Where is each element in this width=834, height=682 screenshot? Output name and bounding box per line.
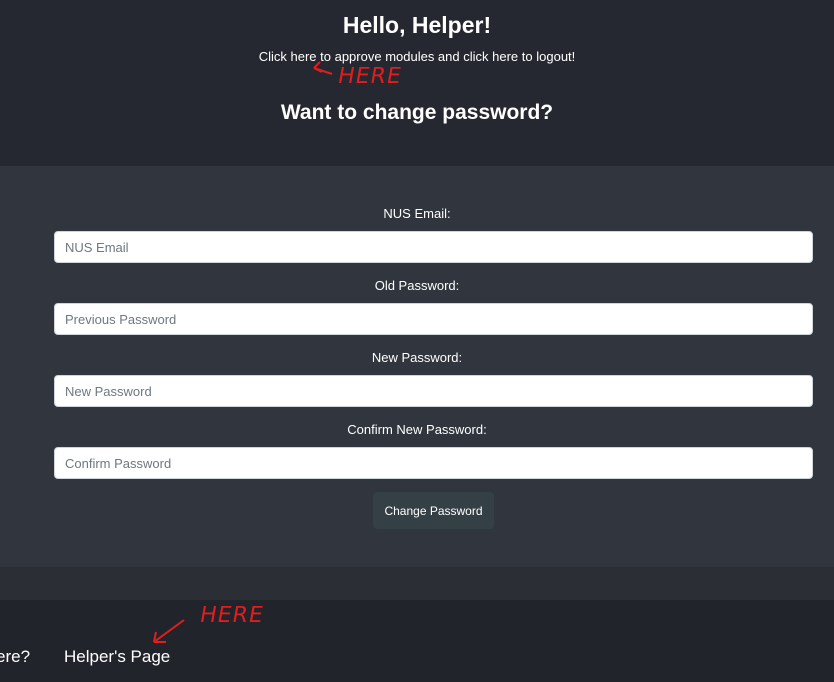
confirm-password-field[interactable] (54, 447, 813, 479)
logout-link[interactable]: here (492, 49, 518, 64)
email-label: NUS Email: (383, 206, 451, 221)
confirm-password-label: Confirm New Password: (347, 422, 487, 437)
footer-link-helper-page[interactable]: Helper's Page (64, 647, 170, 667)
footer-link-prev[interactable]: ere? (0, 647, 30, 667)
page-footer (0, 600, 834, 682)
new-password-label: New Password: (371, 350, 463, 365)
annotation-note-1: HERE (335, 64, 404, 89)
greeting-heading: Hello, Helper! (342, 12, 492, 38)
email-field[interactable] (54, 231, 813, 263)
old-password-field[interactable] (54, 303, 813, 335)
new-password-field[interactable] (54, 375, 813, 407)
old-password-label: Old Password: (374, 278, 460, 293)
change-password-form: NUS Email: Old Password: New Password: C… (0, 166, 834, 567)
intro-prefix: Click (258, 49, 291, 64)
annotation-note-2: HERE (197, 603, 266, 628)
change-password-button[interactable]: Change Password (373, 492, 494, 529)
section-divider (0, 567, 834, 600)
change-password-title: Want to change password? (280, 101, 554, 124)
intro-suffix: to logout! (518, 49, 576, 64)
